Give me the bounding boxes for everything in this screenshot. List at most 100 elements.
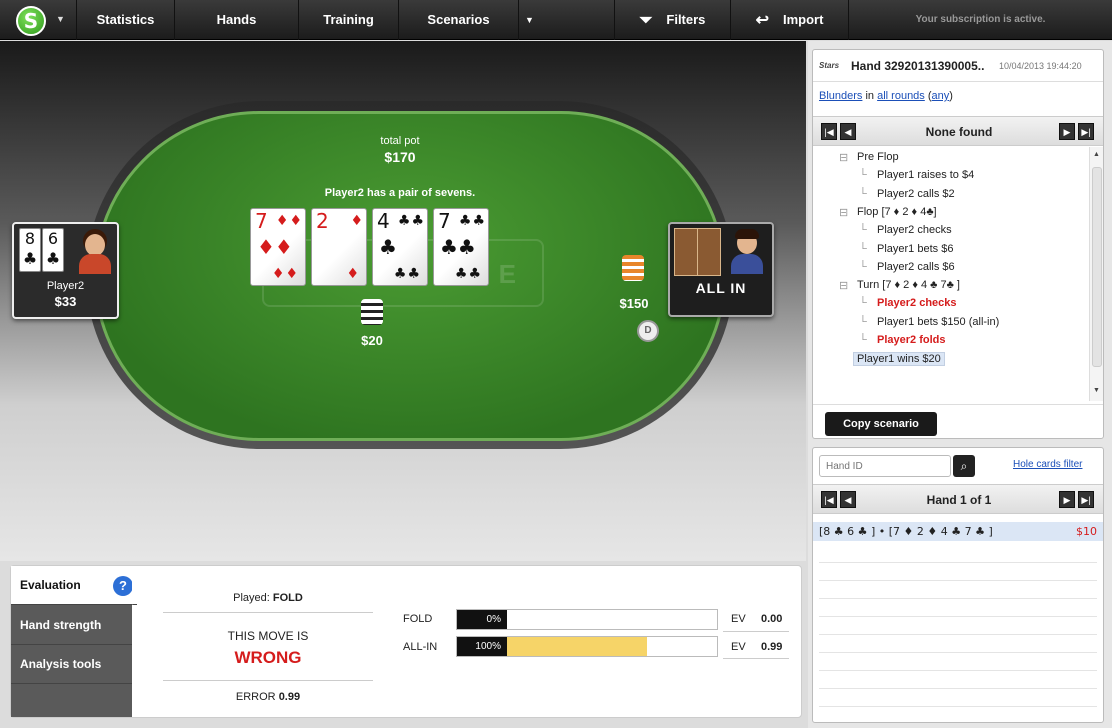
filters-button[interactable]: ⏷ Filters [614, 0, 730, 40]
tree-connector-icon: └ [859, 334, 867, 346]
card-suit-icon: ♦♦ [271, 266, 299, 282]
hole-card-rank: 6 [47, 229, 59, 248]
active-tab-pointer [132, 566, 140, 605]
total-pot-label: total pot [380, 135, 420, 147]
help-icon[interactable]: ? [113, 576, 133, 596]
hole-cards-filter-link[interactable]: Hole cards filter [1013, 459, 1082, 470]
hole-card-2: 6 ♣ [42, 228, 64, 272]
hole-card-1: 8 ♣ [19, 228, 41, 272]
hole-card-rank: 8 [24, 229, 36, 248]
seat-player2[interactable]: 8 ♣ 6 ♣ Player2 $33 [12, 222, 119, 319]
card-suit-icon: ♣♣ [440, 235, 476, 259]
tree-item[interactable]: Player2 checks [877, 297, 957, 309]
played-action-value: FOLD [272, 592, 303, 604]
row-divider [819, 580, 1097, 581]
card-rank: 4 [377, 209, 390, 233]
error-score: ERROR 0.99 [163, 691, 373, 703]
tree-item[interactable]: Player1 bets $6 [877, 243, 953, 255]
scroll-down-icon[interactable]: ▼ [1093, 387, 1100, 394]
nav-hands[interactable]: Hands [174, 0, 298, 40]
total-pot-amount: $170 [384, 149, 416, 165]
played-action: Played: FOLD [163, 592, 373, 604]
tab-hand-strength[interactable]: Hand strength [11, 606, 132, 645]
player1-avatar [728, 228, 766, 274]
tree-item[interactable]: Player2 calls $6 [877, 261, 955, 273]
tree-connector-icon: └ [859, 169, 867, 182]
hand-list-row[interactable]: [8 ♣ 6 ♣ ] • [7 ♦ 2 ♦ 4 ♣ 7 ♣ ] $10 [813, 522, 1103, 541]
right-sidebar: Stars Hand 32920131390005.. 10/04/2013 1… [808, 41, 1112, 728]
tree-scrollbar[interactable]: ▲ ▼ [1089, 147, 1103, 401]
card-rank: 7 [255, 209, 268, 233]
tree-item[interactable]: Flop [7 ♦ 2 ♦ 4♣] [857, 206, 937, 218]
blunders-link[interactable]: Blunders [819, 90, 862, 102]
scroll-up-icon[interactable]: ▲ [1093, 151, 1100, 158]
tree-item[interactable]: Player2 calls $2 [877, 188, 955, 200]
tree-connector-icon: ⊟ [839, 152, 849, 164]
tab-analysis-tools[interactable]: Analysis tools [11, 645, 132, 684]
next-icon[interactable]: ▶ [1059, 491, 1075, 508]
card-suit-icon: ♣♣ [393, 266, 421, 282]
import-button[interactable]: ↩ Import [730, 0, 848, 40]
action-allin-ev: 0.99 [761, 641, 783, 653]
action-fold-label: FOLD [403, 613, 433, 625]
prev-icon[interactable]: ◀ [840, 123, 856, 140]
tree-item[interactable]: Player1 raises to $4 [877, 169, 974, 181]
card-rank: 2 [316, 209, 329, 233]
club-suit-icon: ♣ [22, 249, 38, 268]
tree-connector-icon: └ [859, 297, 867, 310]
search-icon[interactable]: ⌕ [953, 455, 975, 477]
row-divider [819, 670, 1097, 671]
hand-strength-message: Player2 has a pair of sevens. [324, 187, 476, 199]
logo-menu-caret-icon[interactable]: ▼ [56, 14, 65, 24]
tree-item[interactable]: Pre Flop [857, 151, 899, 163]
tree-connector-icon: ⊟ [839, 206, 849, 219]
divider [163, 612, 373, 613]
tree-connector-icon: └ [859, 242, 867, 255]
card-rank: 7 [438, 209, 451, 233]
poker-table-area: E total pot $170 Player2 has a pair of s… [0, 41, 806, 561]
hand-action-tree: Pre Flop ⊟ Player1 raises to $4 └ Player2 … [813, 147, 1087, 397]
row-divider [819, 652, 1097, 653]
app-logo[interactable]: S [16, 6, 46, 36]
next-icon[interactable]: ▶ [1059, 123, 1075, 140]
blunders-filter: Blunders in all rounds (any) [819, 90, 953, 102]
tree-connector-icon: ⊟ [839, 280, 849, 293]
all-rounds-link[interactable]: all rounds [877, 90, 925, 102]
board-card-4: 7 ♣♣ ♣♣ ♣♣ [433, 208, 489, 286]
scenarios-caret-icon[interactable]: ▼ [518, 0, 540, 40]
tree-item[interactable]: Turn [7 ♦ 2 ♦ 4 ♣ 7♣ ] [857, 279, 960, 291]
tree-connector-icon: └ [859, 187, 867, 200]
copy-scenario-button[interactable]: Copy scenario [825, 412, 937, 436]
player2-bet-chips-icon [361, 299, 383, 325]
tree-connector-icon: └ [859, 315, 867, 328]
card-suit-icon: ♦ [350, 213, 364, 229]
nav-scenarios[interactable]: Scenarios [398, 0, 518, 40]
hand-id-input[interactable] [819, 455, 951, 477]
hand-row-amount: $10 [1076, 525, 1097, 538]
any-link[interactable]: any [932, 90, 950, 102]
seat-player1[interactable]: ALL IN [668, 222, 774, 317]
prev-icon[interactable]: ◀ [840, 491, 856, 508]
board-card-3: 4 ♣♣ ♣ ♣♣ [372, 208, 428, 286]
last-icon[interactable]: ▶| [1078, 491, 1094, 508]
nav-statistics[interactable]: Statistics [76, 0, 174, 40]
board-card-1: 7 ♦♦ ♦♦ ♦♦ [250, 208, 306, 286]
action-fold-pct: 0% [457, 610, 507, 629]
player1-bet-amount: $150 [619, 296, 649, 311]
action-fold-ev: 0.00 [761, 613, 783, 625]
first-icon[interactable]: |◀ [821, 491, 837, 508]
first-icon[interactable]: |◀ [821, 123, 837, 140]
poker-site-logo: Stars [819, 61, 840, 70]
filters-label: Filters [666, 12, 706, 27]
card-suit-icon: ♣♣ [458, 213, 486, 229]
evaluation-tabs: Evaluation ? Hand strength Analysis tool… [11, 566, 137, 717]
scroll-thumb[interactable] [1092, 167, 1102, 367]
tree-item[interactable]: Player1 bets $150 (all-in) [877, 316, 999, 328]
divider [723, 631, 789, 632]
tree-item[interactable]: Player2 folds [877, 334, 945, 346]
nav-training[interactable]: Training [298, 0, 398, 40]
dealer-button-icon: D [637, 320, 659, 342]
last-icon[interactable]: ▶| [1078, 123, 1094, 140]
tree-item[interactable]: Player2 checks [877, 224, 952, 236]
tree-item[interactable]: Player1 wins $20 [853, 352, 945, 367]
